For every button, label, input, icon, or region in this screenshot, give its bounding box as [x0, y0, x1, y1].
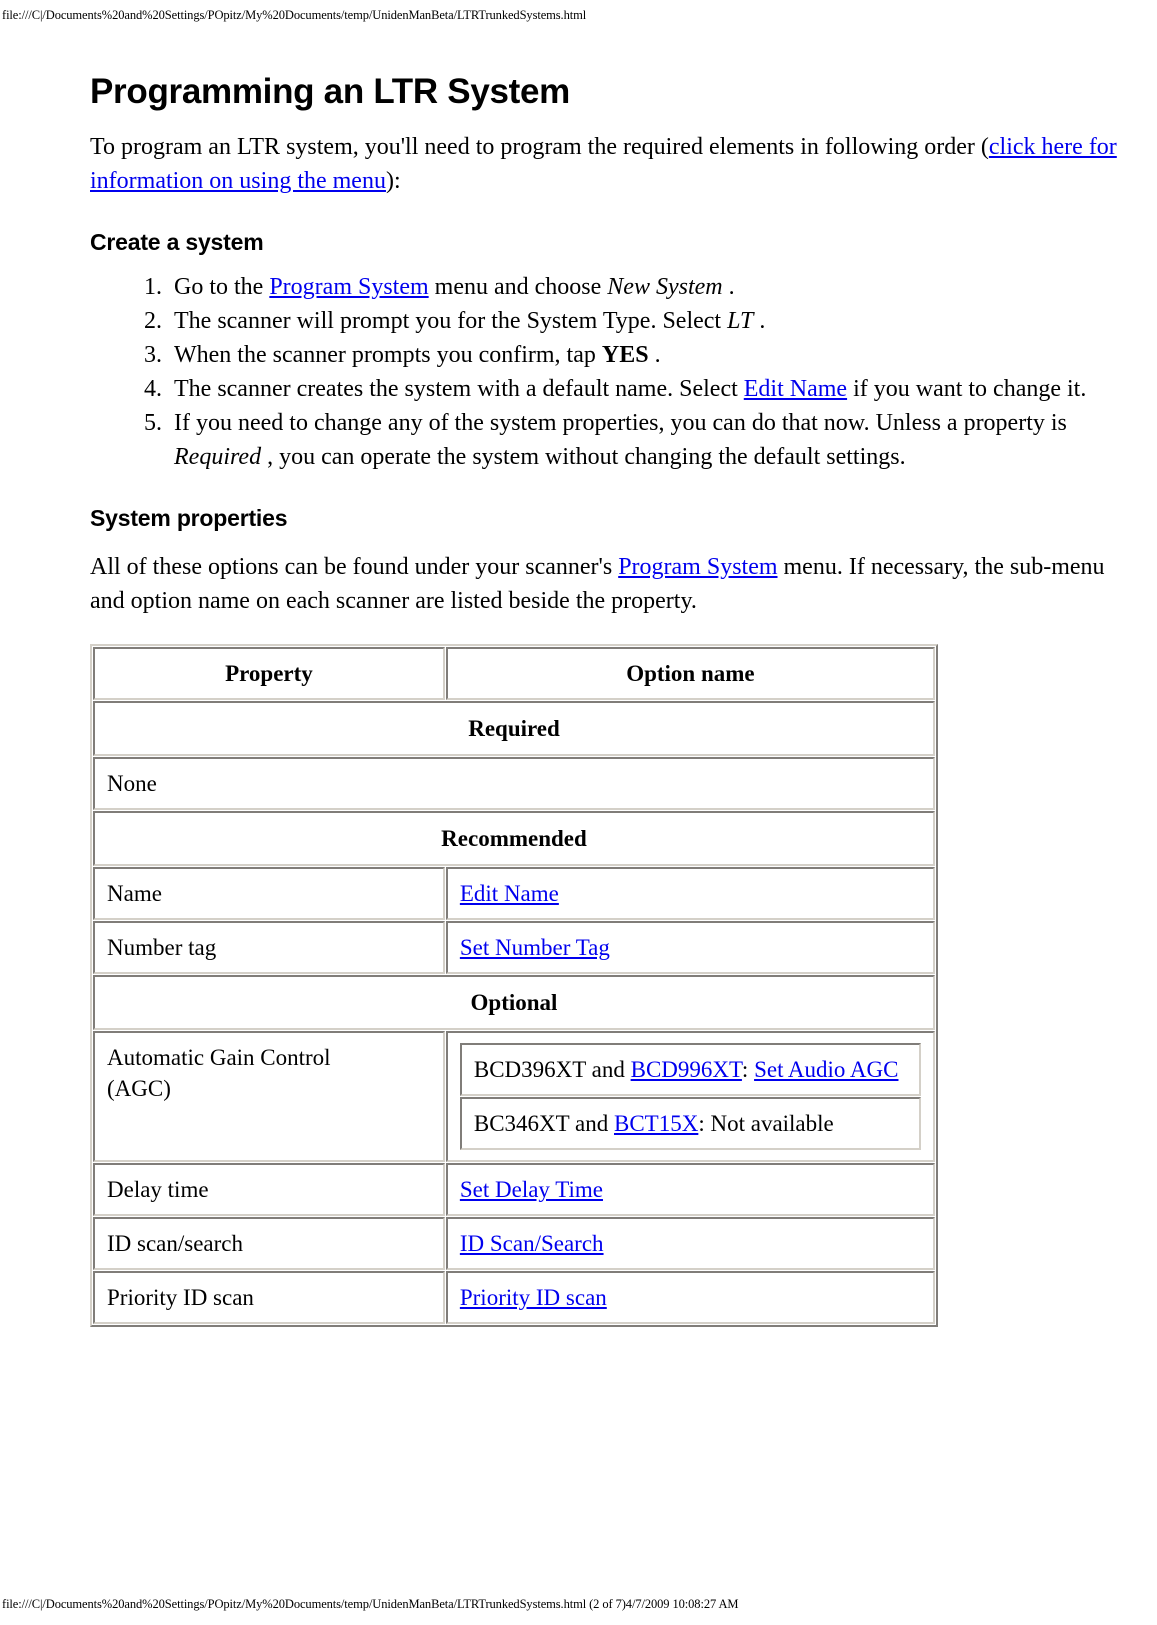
- system-properties-heading: System properties: [90, 505, 288, 531]
- plain-text: Go to the: [174, 274, 270, 300]
- plain-text: BC346XT and: [473, 1111, 614, 1136]
- plain-text: if you want to change it.: [847, 376, 1087, 402]
- agc-option-subrow: BCD396XT and BCD996XT: Set Audio AGC: [459, 1043, 921, 1096]
- table-row: Priority ID scan Priority ID scan: [93, 1271, 935, 1324]
- option-name-link[interactable]: Edit Name: [460, 881, 559, 906]
- emphasis-text: LT: [727, 308, 754, 334]
- cell-property: Name: [93, 867, 445, 920]
- option-name-link[interactable]: Set Number Tag: [460, 935, 610, 960]
- cell-property-agc: Automatic Gain Control (AGC): [93, 1031, 445, 1162]
- properties-intro-before: All of these options can be found under …: [90, 554, 619, 580]
- cell-property: Delay time: [93, 1163, 445, 1216]
- agc-option-subtable: BCD396XT and BCD996XT: Set Audio AGC BC34…: [459, 1042, 921, 1151]
- band-recommended: Recommended: [93, 811, 935, 866]
- intro-text-before: To program an LTR system, you'll need to…: [90, 134, 989, 160]
- band-optional: Optional: [93, 975, 935, 1030]
- inline-link[interactable]: BCT15X: [614, 1111, 698, 1136]
- cell-option-name: ID Scan/Search: [445, 1217, 935, 1270]
- create-system-step: Go to the Program System menu and choose…: [168, 270, 1120, 304]
- plain-text: : Not available: [698, 1111, 834, 1136]
- program-system-link[interactable]: Program System: [618, 554, 777, 580]
- plain-text: BCD396XT and: [473, 1057, 631, 1082]
- plain-text: .: [648, 342, 661, 368]
- inline-link[interactable]: Set Audio AGC: [754, 1057, 898, 1082]
- cell-property: Number tag: [93, 921, 445, 974]
- create-system-steps: Go to the Program System menu and choose…: [90, 270, 1120, 474]
- emphasis-text: Required: [174, 444, 262, 470]
- band-recommended-label: Recommended: [93, 811, 935, 866]
- agc-option-cell: BCD396XT and BCD996XT: Set Audio AGC: [459, 1043, 921, 1096]
- create-a-system-heading: Create a system: [90, 229, 264, 255]
- table-row: Delay time Set Delay Time: [93, 1163, 935, 1216]
- plain-text: .: [753, 308, 766, 334]
- header-property: Property: [93, 647, 445, 700]
- properties-table-wrapper: Property Option name Required None Recommend…: [90, 644, 1120, 1327]
- option-name-link[interactable]: Priority ID scan: [460, 1285, 607, 1310]
- cell-property: None: [93, 757, 935, 810]
- plain-text: menu and choose: [428, 274, 608, 300]
- plain-text: The scanner will prompt you for the Syst…: [174, 308, 728, 334]
- cell-property: Priority ID scan: [93, 1271, 445, 1324]
- cell-option-agc-group: BCD396XT and BCD996XT: Set Audio AGC BC34…: [445, 1031, 935, 1162]
- table-row: Name Edit Name: [93, 867, 935, 920]
- print-footer-url: file:///C|/Documents%20and%20Settings/PO…: [2, 1597, 739, 1611]
- option-name-link[interactable]: ID Scan/Search: [460, 1231, 604, 1256]
- table-row-agc: Automatic Gain Control (AGC) BCD396XT and …: [93, 1031, 935, 1162]
- table-row: Number tag Set Number Tag: [93, 921, 935, 974]
- print-header-url: file:///C|/Documents%20and%20Settings/PO…: [2, 8, 587, 22]
- inline-link[interactable]: Program System: [269, 274, 428, 300]
- properties-intro-paragraph: All of these options can be found under …: [90, 550, 1120, 618]
- agc-option-subrow: BC346XT and BCT15X: Not available: [459, 1097, 921, 1150]
- cell-option-name: Priority ID scan: [445, 1271, 935, 1324]
- create-system-step: The scanner creates the system with a de…: [168, 372, 1120, 406]
- inline-link[interactable]: Edit Name: [744, 376, 847, 402]
- plain-text: The scanner creates the system with a de…: [174, 376, 744, 402]
- intro-text-after: ):: [385, 168, 401, 194]
- strong-text: YES: [601, 342, 649, 368]
- cell-option-name: Set Delay Time: [445, 1163, 935, 1216]
- inline-link[interactable]: BCD996XT: [631, 1057, 742, 1082]
- table-row: None: [93, 757, 935, 810]
- emphasis-text: New System: [607, 274, 723, 300]
- band-optional-label: Optional: [93, 975, 935, 1030]
- agc-option-cell: BC346XT and BCT15X: Not available: [459, 1097, 921, 1150]
- document-content: Programming an LTR System To program an …: [90, 72, 1120, 1327]
- cell-option-name: Edit Name: [445, 867, 935, 920]
- system-properties-table: Property Option name Required None Recommend…: [90, 644, 938, 1327]
- plain-text: :: [741, 1057, 755, 1082]
- option-name-link[interactable]: Set Delay Time: [460, 1177, 603, 1202]
- intro-paragraph: To program an LTR system, you'll need to…: [90, 130, 1120, 198]
- agc-label-line1: Automatic Gain Control: [107, 1045, 331, 1070]
- plain-text: , you can operate the system without cha…: [261, 444, 906, 470]
- create-system-step: If you need to change any of the system …: [168, 406, 1120, 474]
- cell-property: ID scan/search: [93, 1217, 445, 1270]
- create-system-step: The scanner will prompt you for the Syst…: [168, 304, 1120, 338]
- plain-text: .: [722, 274, 735, 300]
- agc-label-line2: (AGC): [107, 1076, 171, 1101]
- plain-text: If you need to change any of the system …: [174, 410, 1067, 436]
- band-required: Required: [93, 701, 935, 756]
- create-system-step: When the scanner prompts you confirm, ta…: [168, 338, 1120, 372]
- plain-text: When the scanner prompts you confirm, ta…: [174, 342, 602, 368]
- table-header-row: Property Option name: [93, 647, 935, 700]
- cell-option-name: Set Number Tag: [445, 921, 935, 974]
- header-option-name: Option name: [445, 647, 935, 700]
- table-row: ID scan/search ID Scan/Search: [93, 1217, 935, 1270]
- page-title: Programming an LTR System: [90, 72, 571, 111]
- band-required-label: Required: [93, 701, 935, 756]
